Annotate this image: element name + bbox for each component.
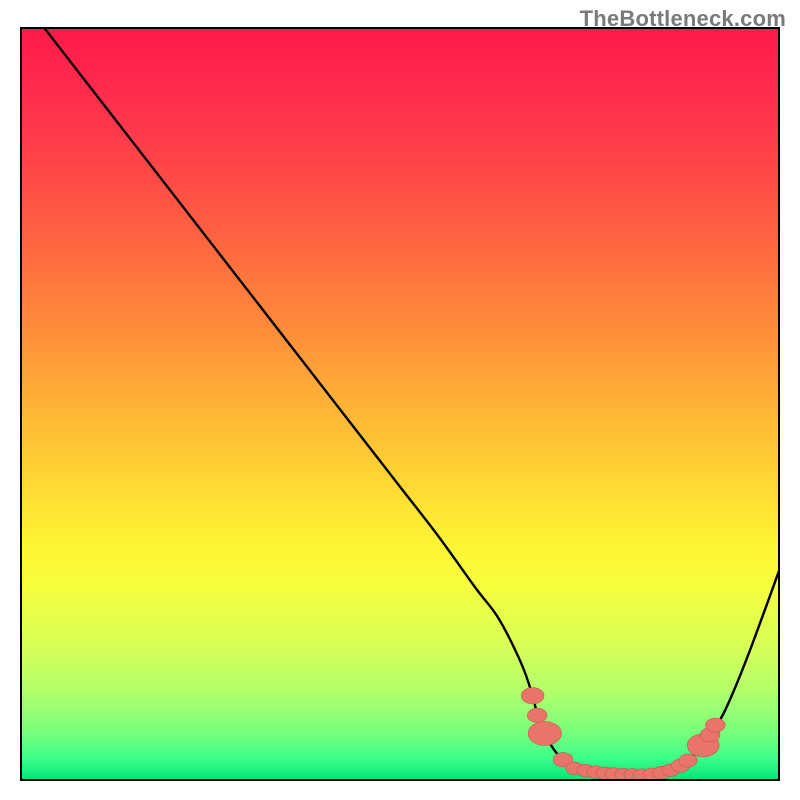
watermark-text: TheBottleneck.com [580, 6, 786, 32]
marker-dot [528, 721, 561, 745]
marker-dot [679, 754, 697, 767]
marker-dot [705, 718, 725, 732]
bottleneck-chart [0, 0, 800, 800]
marker-dot [521, 688, 544, 704]
gradient-background [21, 28, 779, 780]
chart-stage: TheBottleneck.com [0, 0, 800, 800]
marker-dot [527, 708, 547, 722]
